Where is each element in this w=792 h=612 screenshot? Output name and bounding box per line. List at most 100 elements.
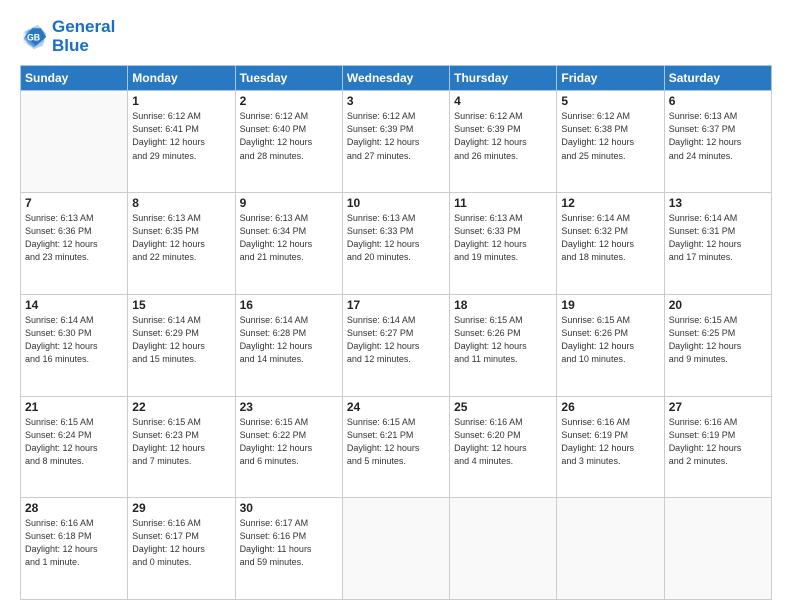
calendar-table: SundayMondayTuesdayWednesdayThursdayFrid… bbox=[20, 65, 772, 600]
calendar-cell: 14Sunrise: 6:14 AM Sunset: 6:30 PM Dayli… bbox=[21, 294, 128, 396]
day-number: 3 bbox=[347, 94, 445, 108]
calendar-week-1: 1 Sunrise: 6:12 AM Sunset: 6:41 PM Daylig… bbox=[21, 91, 772, 193]
day-info: Sunrise: 6:16 AM Sunset: 6:19 PM Dayligh… bbox=[669, 416, 767, 468]
calendar-cell bbox=[557, 498, 664, 600]
day-info: Sunrise: 6:16 AM Sunset: 6:18 PM Dayligh… bbox=[25, 517, 123, 569]
day-number: 24 bbox=[347, 400, 445, 414]
day-info: Sunrise: 6:13 AM Sunset: 6:33 PM Dayligh… bbox=[347, 212, 445, 264]
calendar-header: SundayMondayTuesdayWednesdayThursdayFrid… bbox=[21, 66, 772, 91]
day-number: 10 bbox=[347, 196, 445, 210]
day-info: Sunrise: 6:15 AM Sunset: 6:25 PM Dayligh… bbox=[669, 314, 767, 366]
calendar-cell: 2Sunrise: 6:12 AM Sunset: 6:40 PM Daylig… bbox=[235, 91, 342, 193]
logo-icon: GB bbox=[20, 23, 48, 51]
calendar-cell: 20 Sunrise: 6:15 AM Sunset: 6:25 PM Dayli… bbox=[664, 294, 771, 396]
day-number: 28 bbox=[25, 501, 123, 515]
day-number: 25 bbox=[454, 400, 552, 414]
day-number: 15 bbox=[132, 298, 230, 312]
day-info: Sunrise: 6:14 AM Sunset: 6:29 PM Dayligh… bbox=[132, 314, 230, 366]
weekday-header-monday: Monday bbox=[128, 66, 235, 91]
weekday-header-tuesday: Tuesday bbox=[235, 66, 342, 91]
day-number: 20 bbox=[669, 298, 767, 312]
day-info: Sunrise: 6:12 AM Sunset: 6:39 PM Dayligh… bbox=[347, 110, 445, 162]
day-info: Sunrise: 6:14 AM Sunset: 6:32 PM Dayligh… bbox=[561, 212, 659, 264]
calendar-cell: 10 Sunrise: 6:13 AM Sunset: 6:33 PM Dayli… bbox=[342, 193, 449, 295]
day-number: 18 bbox=[454, 298, 552, 312]
calendar-week-3: 14Sunrise: 6:14 AM Sunset: 6:30 PM Dayli… bbox=[21, 294, 772, 396]
weekday-header-sunday: Sunday bbox=[21, 66, 128, 91]
page: GB General Blue SundayMondayTuesdayWedne… bbox=[0, 0, 792, 612]
day-number: 26 bbox=[561, 400, 659, 414]
svg-text:GB: GB bbox=[27, 32, 40, 42]
day-info: Sunrise: 6:13 AM Sunset: 6:37 PM Dayligh… bbox=[669, 110, 767, 162]
calendar-cell: 11 Sunrise: 6:13 AM Sunset: 6:33 PM Dayli… bbox=[450, 193, 557, 295]
day-info: Sunrise: 6:17 AM Sunset: 6:16 PM Dayligh… bbox=[240, 517, 338, 569]
calendar-cell: 21 Sunrise: 6:15 AM Sunset: 6:24 PM Dayli… bbox=[21, 396, 128, 498]
day-number: 30 bbox=[240, 501, 338, 515]
calendar-body: 1 Sunrise: 6:12 AM Sunset: 6:41 PM Daylig… bbox=[21, 91, 772, 600]
day-info: Sunrise: 6:15 AM Sunset: 6:21 PM Dayligh… bbox=[347, 416, 445, 468]
calendar-cell: 9 Sunrise: 6:13 AM Sunset: 6:34 PM Daylig… bbox=[235, 193, 342, 295]
weekday-header-friday: Friday bbox=[557, 66, 664, 91]
calendar-cell: 24 Sunrise: 6:15 AM Sunset: 6:21 PM Dayli… bbox=[342, 396, 449, 498]
day-number: 8 bbox=[132, 196, 230, 210]
calendar-week-2: 7Sunrise: 6:13 AM Sunset: 6:36 PM Daylig… bbox=[21, 193, 772, 295]
day-number: 1 bbox=[132, 94, 230, 108]
day-info: Sunrise: 6:12 AM Sunset: 6:38 PM Dayligh… bbox=[561, 110, 659, 162]
day-number: 11 bbox=[454, 196, 552, 210]
calendar-cell: 13 Sunrise: 6:14 AM Sunset: 6:31 PM Dayli… bbox=[664, 193, 771, 295]
calendar-cell: 8 Sunrise: 6:13 AM Sunset: 6:35 PM Daylig… bbox=[128, 193, 235, 295]
day-info: Sunrise: 6:14 AM Sunset: 6:28 PM Dayligh… bbox=[240, 314, 338, 366]
day-info: Sunrise: 6:13 AM Sunset: 6:35 PM Dayligh… bbox=[132, 212, 230, 264]
header: GB General Blue bbox=[20, 18, 772, 55]
calendar-cell: 7Sunrise: 6:13 AM Sunset: 6:36 PM Daylig… bbox=[21, 193, 128, 295]
day-number: 17 bbox=[347, 298, 445, 312]
calendar-week-4: 21 Sunrise: 6:15 AM Sunset: 6:24 PM Dayli… bbox=[21, 396, 772, 498]
day-number: 27 bbox=[669, 400, 767, 414]
day-number: 19 bbox=[561, 298, 659, 312]
day-number: 22 bbox=[132, 400, 230, 414]
calendar-cell bbox=[664, 498, 771, 600]
calendar-cell: 15 Sunrise: 6:14 AM Sunset: 6:29 PM Dayli… bbox=[128, 294, 235, 396]
calendar-cell: 12 Sunrise: 6:14 AM Sunset: 6:32 PM Dayli… bbox=[557, 193, 664, 295]
day-number: 13 bbox=[669, 196, 767, 210]
day-info: Sunrise: 6:16 AM Sunset: 6:19 PM Dayligh… bbox=[561, 416, 659, 468]
day-info: Sunrise: 6:15 AM Sunset: 6:24 PM Dayligh… bbox=[25, 416, 123, 468]
day-info: Sunrise: 6:12 AM Sunset: 6:41 PM Dayligh… bbox=[132, 110, 230, 162]
calendar-cell: 4Sunrise: 6:12 AM Sunset: 6:39 PM Daylig… bbox=[450, 91, 557, 193]
day-info: Sunrise: 6:13 AM Sunset: 6:33 PM Dayligh… bbox=[454, 212, 552, 264]
calendar-cell bbox=[450, 498, 557, 600]
calendar-cell: 19 Sunrise: 6:15 AM Sunset: 6:26 PM Dayli… bbox=[557, 294, 664, 396]
day-info: Sunrise: 6:14 AM Sunset: 6:31 PM Dayligh… bbox=[669, 212, 767, 264]
day-info: Sunrise: 6:14 AM Sunset: 6:27 PM Dayligh… bbox=[347, 314, 445, 366]
day-info: Sunrise: 6:13 AM Sunset: 6:36 PM Dayligh… bbox=[25, 212, 123, 264]
calendar-cell bbox=[21, 91, 128, 193]
day-info: Sunrise: 6:15 AM Sunset: 6:26 PM Dayligh… bbox=[454, 314, 552, 366]
calendar-cell: 22 Sunrise: 6:15 AM Sunset: 6:23 PM Dayli… bbox=[128, 396, 235, 498]
day-number: 21 bbox=[25, 400, 123, 414]
weekday-header-row: SundayMondayTuesdayWednesdayThursdayFrid… bbox=[21, 66, 772, 91]
day-number: 23 bbox=[240, 400, 338, 414]
calendar-cell: 28 Sunrise: 6:16 AM Sunset: 6:18 PM Dayli… bbox=[21, 498, 128, 600]
calendar-cell: 16 Sunrise: 6:14 AM Sunset: 6:28 PM Dayli… bbox=[235, 294, 342, 396]
calendar-cell: 25 Sunrise: 6:16 AM Sunset: 6:20 PM Dayli… bbox=[450, 396, 557, 498]
weekday-header-thursday: Thursday bbox=[450, 66, 557, 91]
day-info: Sunrise: 6:16 AM Sunset: 6:17 PM Dayligh… bbox=[132, 517, 230, 569]
calendar-cell bbox=[342, 498, 449, 600]
logo-general: General bbox=[52, 17, 115, 36]
calendar-cell: 23Sunrise: 6:15 AM Sunset: 6:22 PM Dayli… bbox=[235, 396, 342, 498]
day-info: Sunrise: 6:15 AM Sunset: 6:23 PM Dayligh… bbox=[132, 416, 230, 468]
day-number: 14 bbox=[25, 298, 123, 312]
calendar-cell: 29 Sunrise: 6:16 AM Sunset: 6:17 PM Dayli… bbox=[128, 498, 235, 600]
day-info: Sunrise: 6:12 AM Sunset: 6:40 PM Dayligh… bbox=[240, 110, 338, 162]
day-info: Sunrise: 6:13 AM Sunset: 6:34 PM Dayligh… bbox=[240, 212, 338, 264]
day-number: 29 bbox=[132, 501, 230, 515]
day-number: 12 bbox=[561, 196, 659, 210]
day-info: Sunrise: 6:16 AM Sunset: 6:20 PM Dayligh… bbox=[454, 416, 552, 468]
day-number: 6 bbox=[669, 94, 767, 108]
calendar-cell: 27 Sunrise: 6:16 AM Sunset: 6:19 PM Dayli… bbox=[664, 396, 771, 498]
calendar-cell: 26 Sunrise: 6:16 AM Sunset: 6:19 PM Dayli… bbox=[557, 396, 664, 498]
day-number: 16 bbox=[240, 298, 338, 312]
day-info: Sunrise: 6:15 AM Sunset: 6:26 PM Dayligh… bbox=[561, 314, 659, 366]
day-number: 9 bbox=[240, 196, 338, 210]
weekday-header-saturday: Saturday bbox=[664, 66, 771, 91]
